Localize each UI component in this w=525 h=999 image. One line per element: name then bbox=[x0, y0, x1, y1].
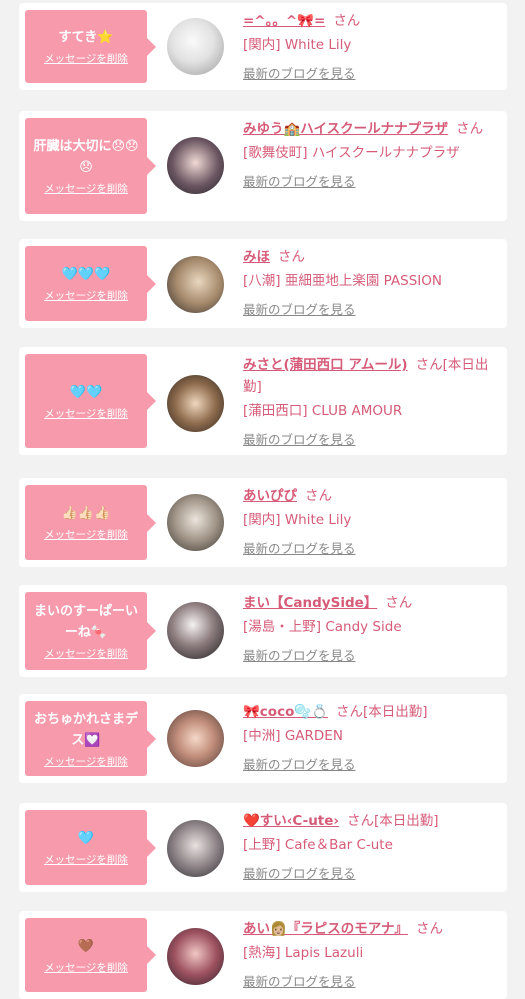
avatar[interactable] bbox=[167, 494, 224, 551]
list-item: 🩵 メッセージを削除 ❤️すい‹C-ute› さん[本日出勤] [上野] Cafe… bbox=[19, 803, 507, 892]
list-item: まいのすーぱーいーね🍬 メッセージを削除 まい【CandySide】 さん [湯島… bbox=[19, 585, 507, 677]
delete-message-link[interactable]: メッセージを削除 bbox=[44, 852, 128, 867]
list-item: おちゅかれさまデス💟 メッセージを削除 🎀coco🫧💍 さん[本日出勤] [中洲]… bbox=[19, 694, 507, 783]
latest-blog-link[interactable]: 最新のブログを見る bbox=[243, 171, 501, 190]
latest-blog-link[interactable]: 最新のブログを見る bbox=[243, 754, 501, 773]
message-list: すてき⭐ メッセージを削除 =^。。^🎀= さん [関内] White Lily … bbox=[0, 0, 525, 999]
message-text: まいのすーぱーいーね🍬 bbox=[33, 604, 138, 640]
message-text: すてき⭐ bbox=[58, 30, 114, 45]
latest-blog-link[interactable]: 最新のブログを見る bbox=[243, 299, 501, 318]
message-bubble: まいのすーぱーいーね🍬 メッセージを削除 bbox=[25, 592, 156, 670]
list-item: 肝臓は大切に😞😞😞 メッセージを削除 みゆう🏫ハイスクールナナプラザ さん [歌舞… bbox=[19, 111, 507, 221]
honorific: さん bbox=[278, 249, 305, 265]
girl-name-link[interactable]: ❤️すい‹C-ute› bbox=[243, 813, 339, 829]
message-bubble: 🤎 メッセージを削除 bbox=[25, 918, 156, 992]
delete-message-link[interactable]: メッセージを削除 bbox=[44, 181, 128, 196]
list-item: 🩵🩵 メッセージを削除 みさと(蒲田西口 アムール) さん[本日出勤] [蒲田西口… bbox=[19, 347, 507, 455]
delete-message-link[interactable]: メッセージを削除 bbox=[44, 527, 128, 542]
message-text: おちゅかれさまデス💟 bbox=[33, 711, 138, 748]
shop-label: [熱海] Lapis Lazuli bbox=[243, 945, 364, 961]
avatar[interactable] bbox=[167, 710, 224, 767]
latest-blog-link[interactable]: 最新のブログを見る bbox=[243, 538, 501, 557]
message-text: 肝臓は大切に😞😞😞 bbox=[33, 139, 139, 175]
shop-label: [蒲田西口] CLUB AMOUR bbox=[243, 403, 403, 419]
girl-name-link[interactable]: =^。。^🎀= bbox=[243, 13, 325, 29]
honorific: さん bbox=[385, 595, 413, 611]
honorific: さん[本日出勤] bbox=[335, 704, 428, 720]
list-item: 🤎 メッセージを削除 あい👩🏼『ラピスのモアナ』 さん [熱海] Lapis La… bbox=[19, 911, 507, 999]
avatar[interactable] bbox=[167, 137, 224, 194]
list-item: 🩵🩵🩵 メッセージを削除 みほ さん [八潮] 亜細亜地上楽園 PASSION 最… bbox=[19, 239, 507, 328]
delete-message-link[interactable]: メッセージを削除 bbox=[44, 960, 128, 975]
message-bubble: おちゅかれさまデス💟 メッセージを削除 bbox=[25, 701, 156, 776]
girl-name-link[interactable]: まい【CandySide】 bbox=[243, 595, 377, 611]
shop-label: [中洲] GARDEN bbox=[243, 728, 343, 744]
honorific: さん bbox=[456, 121, 484, 137]
message-text: 🩵🩵 bbox=[69, 384, 103, 400]
delete-message-link[interactable]: メッセージを削除 bbox=[44, 646, 128, 661]
message-text: 🩵 bbox=[77, 831, 95, 846]
list-item: すてき⭐ メッセージを削除 =^。。^🎀= さん [関内] White Lily … bbox=[19, 3, 507, 90]
message-text: 🩵🩵🩵 bbox=[61, 267, 111, 282]
avatar[interactable] bbox=[167, 375, 224, 432]
girl-name-link[interactable]: あい👩🏼『ラピスのモアナ』 bbox=[243, 921, 408, 937]
message-bubble: 🩵🩵🩵 メッセージを削除 bbox=[25, 246, 156, 321]
delete-message-link[interactable]: メッセージを削除 bbox=[44, 406, 128, 421]
delete-message-link[interactable]: メッセージを削除 bbox=[44, 51, 128, 66]
delete-message-link[interactable]: メッセージを削除 bbox=[44, 288, 128, 303]
delete-message-link[interactable]: メッセージを削除 bbox=[44, 754, 128, 769]
message-bubble: 肝臓は大切に😞😞😞 メッセージを削除 bbox=[25, 118, 156, 214]
message-text: 👍🏻👍🏻👍🏻 bbox=[61, 506, 111, 521]
avatar[interactable] bbox=[167, 602, 224, 659]
girl-name-link[interactable]: あいぴぴ bbox=[243, 488, 297, 504]
honorific: さん bbox=[333, 13, 361, 29]
latest-blog-link[interactable]: 最新のブログを見る bbox=[243, 863, 501, 882]
latest-blog-link[interactable]: 最新のブログを見る bbox=[243, 645, 501, 664]
latest-blog-link[interactable]: 最新のブログを見る bbox=[243, 63, 501, 82]
message-bubble: 🩵🩵 メッセージを削除 bbox=[25, 354, 156, 448]
shop-label: [湯島・上野] Candy Side bbox=[243, 619, 402, 635]
message-bubble: すてき⭐ メッセージを削除 bbox=[25, 10, 156, 83]
message-bubble: 🩵 メッセージを削除 bbox=[25, 810, 156, 885]
avatar[interactable] bbox=[167, 18, 224, 75]
honorific: さん[本日出勤] bbox=[346, 813, 439, 829]
girl-name-link[interactable]: みさと(蒲田西口 アムール) bbox=[243, 357, 408, 373]
shop-label: [関内] White Lily bbox=[243, 37, 352, 53]
avatar[interactable] bbox=[167, 928, 224, 985]
avatar[interactable] bbox=[167, 820, 224, 877]
message-bubble: 👍🏻👍🏻👍🏻 メッセージを削除 bbox=[25, 485, 156, 560]
girl-name-link[interactable]: みほ bbox=[243, 249, 270, 265]
girl-name-link[interactable]: みゆう🏫ハイスクールナナプラザ bbox=[243, 121, 448, 137]
shop-label: [八潮] 亜細亜地上楽園 PASSION bbox=[243, 273, 442, 289]
latest-blog-link[interactable]: 最新のブログを見る bbox=[243, 429, 501, 448]
list-item: 👍🏻👍🏻👍🏻 メッセージを削除 あいぴぴ さん [関内] White Lily 最… bbox=[19, 478, 507, 567]
honorific: さん bbox=[416, 921, 444, 937]
shop-label: [関内] White Lily bbox=[243, 512, 352, 528]
honorific: さん bbox=[305, 488, 332, 504]
shop-label: [上野] Cafe＆Bar C-ute bbox=[243, 837, 393, 853]
latest-blog-link[interactable]: 最新のブログを見る bbox=[243, 971, 501, 990]
message-text: 🤎 bbox=[77, 938, 95, 954]
girl-name-link[interactable]: 🎀coco🫧💍 bbox=[243, 704, 328, 720]
shop-label: [歌舞伎町] ハイスクールナナプラザ bbox=[243, 145, 460, 161]
avatar[interactable] bbox=[167, 256, 224, 313]
